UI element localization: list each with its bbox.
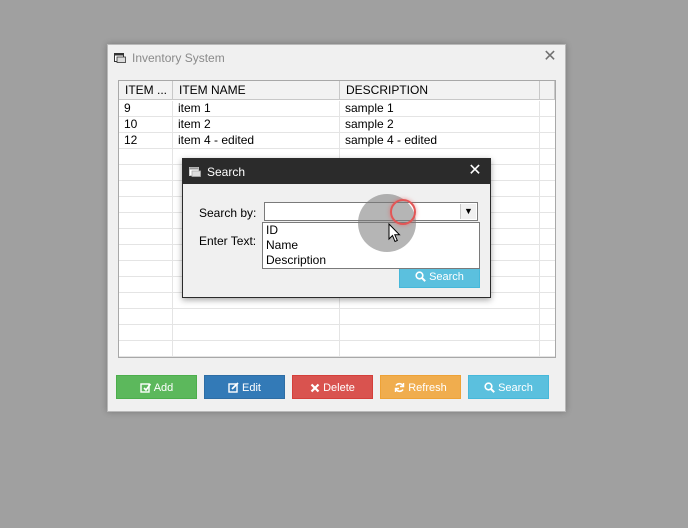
cell-item-name: item 1 xyxy=(173,101,340,117)
refresh-button[interactable]: Refresh xyxy=(380,375,461,399)
cell-description: sample 2 xyxy=(340,117,540,133)
cell-item-id: 9 xyxy=(119,101,173,117)
cell-item-id: 12 xyxy=(119,133,173,149)
dropdown-arrow-icon[interactable]: ▼ xyxy=(460,204,476,219)
refresh-icon xyxy=(395,382,405,393)
window-title: Inventory System xyxy=(132,51,225,65)
cell-item-name: item 4 - edited xyxy=(173,133,340,149)
app-icon xyxy=(189,167,201,177)
window-titlebar[interactable]: Inventory System ✕ xyxy=(108,45,565,72)
cell-description: sample 1 xyxy=(340,101,540,117)
search-icon xyxy=(484,382,495,393)
edit-button[interactable]: Edit xyxy=(204,375,285,399)
add-button[interactable]: Add xyxy=(116,375,197,399)
empty-row xyxy=(119,341,555,357)
app-icon xyxy=(114,53,126,63)
search-button[interactable]: Search xyxy=(468,375,549,399)
cell-description: sample 4 - edited xyxy=(340,133,540,149)
edit-square-icon xyxy=(228,382,239,393)
dialog-title: Search xyxy=(207,165,246,179)
mouse-pointer-icon xyxy=(388,223,401,243)
edit-square-icon xyxy=(140,383,151,393)
delete-button-label: Delete xyxy=(323,382,355,394)
empty-row xyxy=(119,325,555,341)
empty-row xyxy=(119,309,555,325)
search-by-label: Search by: xyxy=(199,206,257,220)
delete-button[interactable]: Delete xyxy=(292,375,373,399)
refresh-button-label: Refresh xyxy=(408,382,447,394)
column-header-item-id[interactable]: ITEM ... xyxy=(119,81,173,100)
enter-text-label: Enter Text: xyxy=(199,234,257,248)
table-row[interactable]: 12 item 4 - edited sample 4 - edited xyxy=(119,133,555,149)
dialog-close-icon[interactable]: ✕ xyxy=(466,162,484,180)
add-button-label: Add xyxy=(153,382,174,394)
search-icon xyxy=(415,271,426,282)
column-header-item-name[interactable]: ITEM NAME xyxy=(173,81,340,100)
table-row[interactable]: 9 item 1 sample 1 xyxy=(119,101,555,117)
column-header-filler xyxy=(540,81,555,100)
window-close-icon[interactable]: ✕ xyxy=(541,48,559,66)
option-description[interactable]: Description xyxy=(263,253,479,268)
cell-item-name: item 2 xyxy=(173,117,340,133)
column-header-description[interactable]: DESCRIPTION xyxy=(340,81,540,100)
dialog-titlebar[interactable]: Search ✕ xyxy=(183,159,490,184)
cell-item-id: 10 xyxy=(119,117,173,133)
edit-button-label: Edit xyxy=(242,382,261,394)
times-icon xyxy=(310,383,320,393)
click-indicator xyxy=(390,199,416,225)
dialog-search-button-label: Search xyxy=(429,271,464,283)
table-row[interactable]: 10 item 2 sample 2 xyxy=(119,117,555,133)
search-button-label: Search xyxy=(498,382,533,394)
